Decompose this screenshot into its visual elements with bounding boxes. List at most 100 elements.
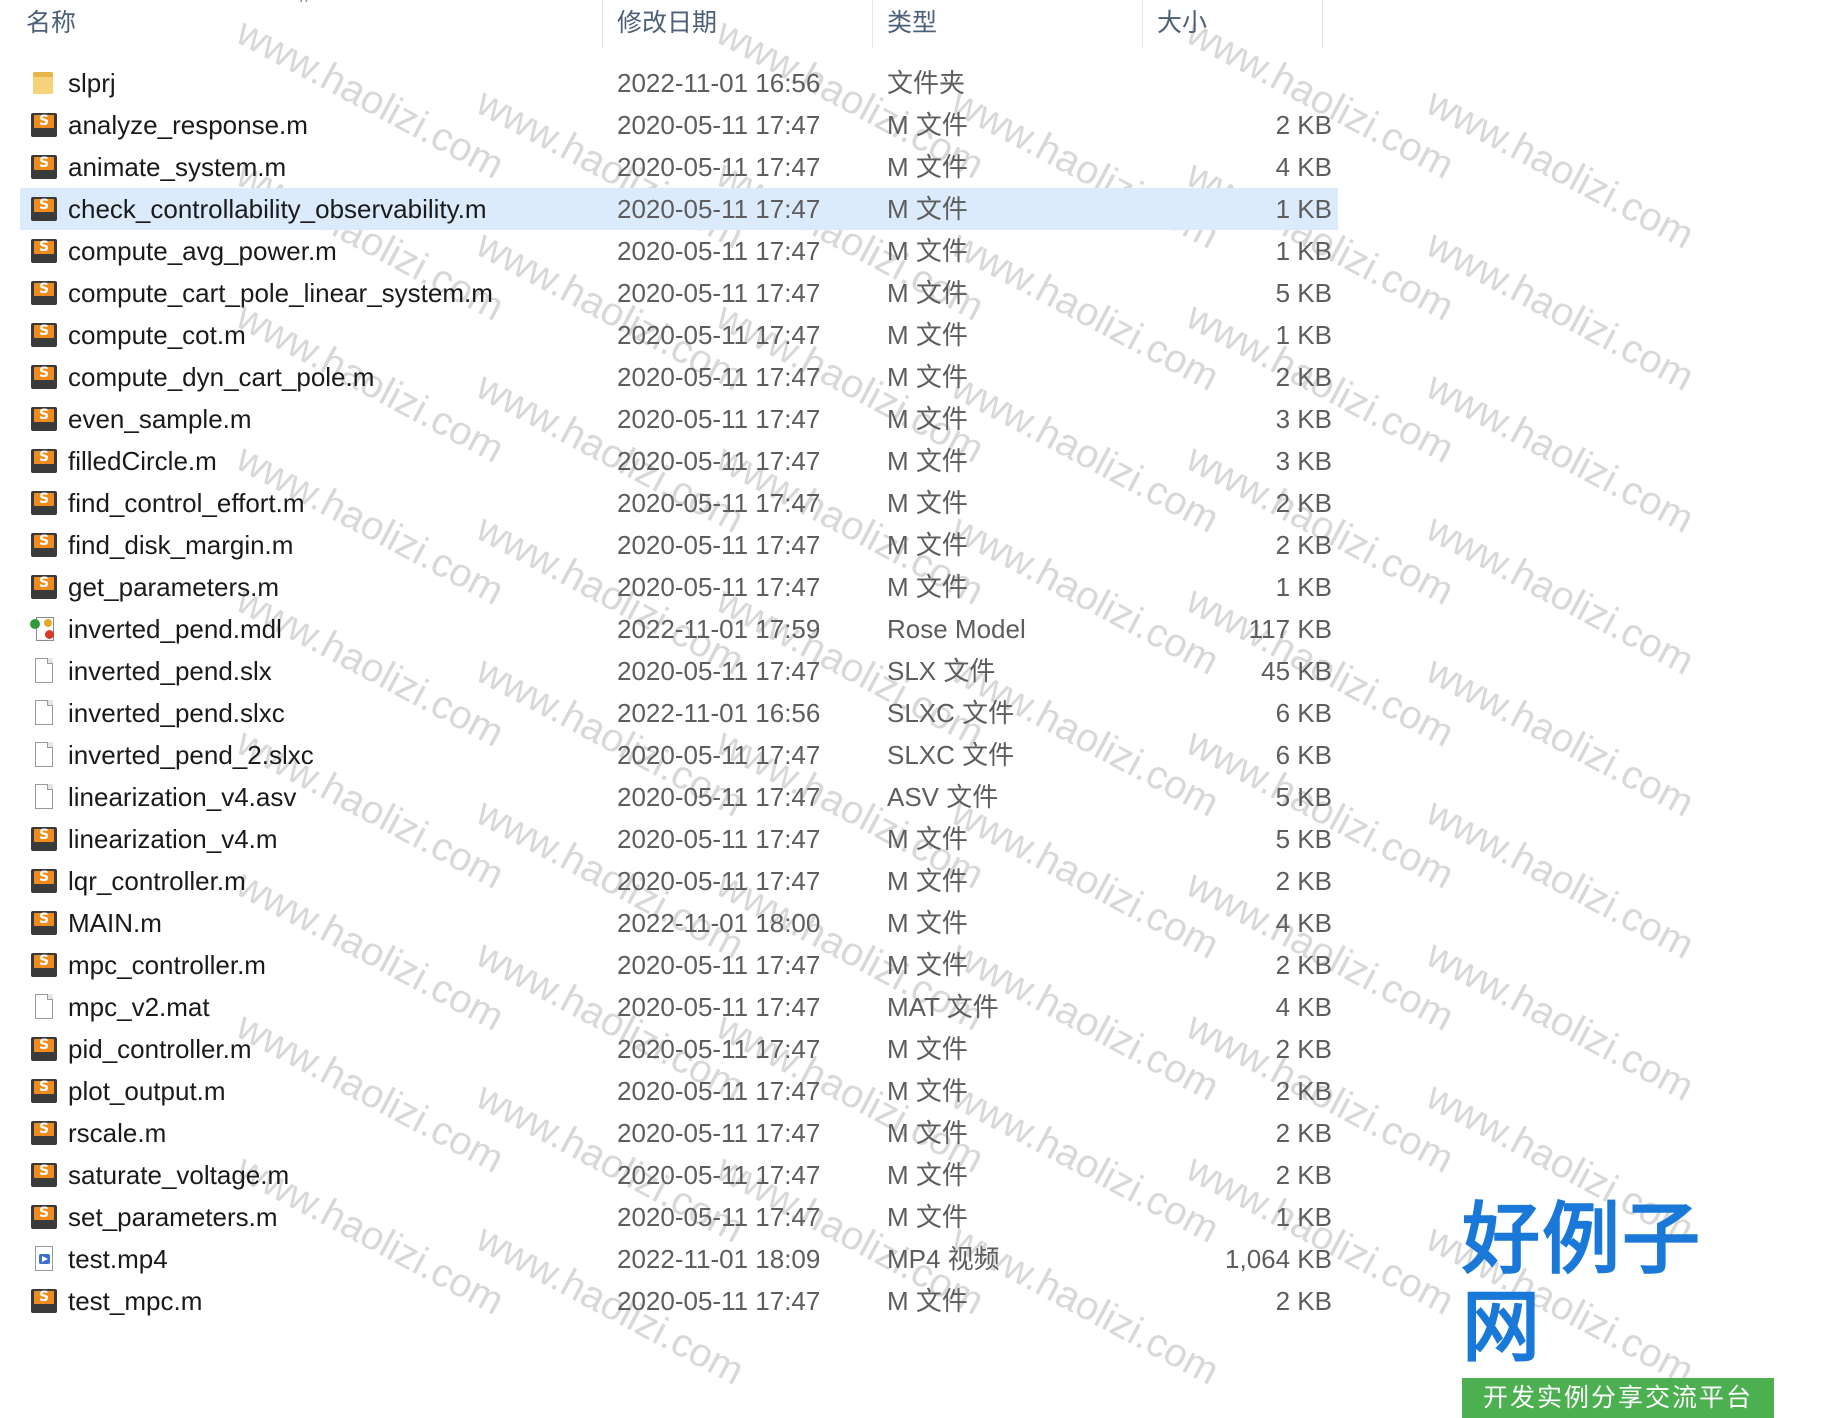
file-size: 45 KB [1261,656,1332,686]
file-date-modified: 2020-05-11 17:47 [617,530,821,560]
file-type: M 文件 [887,446,968,476]
file-name: filledCircle.m [68,446,217,476]
file-row[interactable]: Ssaturate_voltage.m 2020-05-11 17:47 M 文件 2… [20,1154,1338,1196]
file-name: plot_output.m [68,1076,226,1106]
column-header-type[interactable]: 类型 [873,0,1143,48]
watermark-text: www.haolizi.com [1419,222,1702,400]
file-date-modified: 2022-11-01 18:00 [617,908,821,938]
file-name: inverted_pend.slxc [68,698,285,728]
file-name: set_parameters.m [68,1202,278,1232]
file-name: inverted_pend_2.slxc [68,740,314,770]
file-type: M 文件 [887,1034,968,1064]
file-name: mpc_controller.m [68,950,266,980]
file-size: 1 KB [1275,194,1332,224]
file-row[interactable]: Scheck_controllability_observability.m 20… [20,188,1338,230]
file-date-modified: 2020-05-11 17:47 [617,1286,821,1316]
file-type: SLXC 文件 [887,740,1015,770]
file-name: test.mp4 [68,1244,168,1274]
file-row[interactable]: Slinearization_v4.m 2020-05-11 17:47 M 文件 5… [20,818,1338,860]
file-row[interactable]: test.mp4 2022-11-01 18:09 MP4 视频 1,064 KB [20,1238,1338,1280]
file-date-modified: 2020-05-11 17:47 [617,1076,821,1106]
file-date-modified: 2020-05-11 17:47 [617,110,821,140]
file-date-modified: 2020-05-11 17:47 [617,446,821,476]
file-row[interactable]: Sfind_disk_margin.m 2020-05-11 17:47 M 文件 2… [20,524,1338,566]
file-date-modified: 2020-05-11 17:47 [617,824,821,854]
file-row[interactable]: S MAIN.m 2022-11-01 18:00 M 文件 4 KB [20,902,1338,944]
file-type: M 文件 [887,362,968,392]
watermark-text: www.haolizi.com [1419,364,1702,542]
file-row[interactable]: inverted_pend.slxc 2022-11-01 16:56 SLXC 文… [20,692,1338,734]
file-size: 4 KB [1275,908,1332,938]
file-name: lqr_controller.m [68,866,246,896]
file-row[interactable]: Sanalyze_response.m 2020-05-11 17:47 M 文件 2… [20,104,1338,146]
file-type: M 文件 [887,320,968,350]
file-row[interactable]: Seven_sample.m 2020-05-11 17:47 M 文件 3 KB [20,398,1338,440]
file-date-modified: 2022-11-01 17:59 [617,614,821,644]
file-name: inverted_pend.slx [68,656,272,686]
file-row[interactable]: Scompute_dyn_cart_pole.m 2020-05-11 17:47… [20,356,1338,398]
file-size: 2 KB [1275,488,1332,518]
file-type: M 文件 [887,866,968,896]
file-row[interactable]: Scompute_avg_power.m 2020-05-11 17:47 M 文件… [20,230,1338,272]
watermark-text: www.haolizi.com [1419,506,1702,684]
file-date-modified: 2020-05-11 17:47 [617,1160,821,1190]
file-date-modified: 2020-05-11 17:47 [617,1202,821,1232]
file-name: saturate_voltage.m [68,1160,290,1190]
file-size: 2 KB [1275,362,1332,392]
file-type: M 文件 [887,488,968,518]
file-row[interactable]: Scompute_cart_pole_linear_system.m 2020-0… [20,272,1338,314]
file-date-modified: 2022-11-01 16:56 [617,68,821,98]
file-row[interactable]: inverted_pend.slx 2020-05-11 17:47 SLX 文件 4… [20,650,1338,692]
file-date-modified: 2020-05-11 17:47 [617,320,821,350]
file-type: M 文件 [887,1076,968,1106]
file-name: find_disk_margin.m [68,530,294,560]
file-row[interactable]: Spid_controller.m 2020-05-11 17:47 M 文件 2 K… [20,1028,1338,1070]
file-row[interactable]: Srscale.m 2020-05-11 17:47 M 文件 2 KB [20,1112,1338,1154]
file-size: 2 KB [1275,1076,1332,1106]
site-logo: 好例子网 开发实例分享交流平台 [1462,1196,1774,1418]
file-type: M 文件 [887,530,968,560]
file-size: 5 KB [1275,782,1332,812]
file-type: M 文件 [887,110,968,140]
file-size: 2 KB [1275,530,1332,560]
file-size: 6 KB [1275,740,1332,770]
file-date-modified: 2020-05-11 17:47 [617,866,821,896]
file-name: MAIN.m [68,908,162,938]
file-size: 5 KB [1275,824,1332,854]
file-row[interactable]: Smpc_controller.m 2020-05-11 17:47 M 文件 2 K… [20,944,1338,986]
file-name: animate_system.m [68,152,287,182]
file-row[interactable]: Sanimate_system.m 2020-05-11 17:47 M 文件 4 K… [20,146,1338,188]
file-list: slprj 2022-11-01 16:56 文件夹 Sanalyze_respons… [0,62,1338,1322]
file-row[interactable]: slprj 2022-11-01 16:56 文件夹 [20,62,1338,104]
file-size: 1 KB [1275,1202,1332,1232]
file-row[interactable]: Scompute_cot.m 2020-05-11 17:47 M 文件 1 KB [20,314,1338,356]
column-header-date-modified[interactable]: 修改日期 [603,0,873,48]
file-name: linearization_v4.m [68,824,278,854]
file-row[interactable]: Splot_output.m 2020-05-11 17:47 M 文件 2 KB [20,1070,1338,1112]
file-type: M 文件 [887,824,968,854]
file-row[interactable]: mpc_v2.mat 2020-05-11 17:47 MAT 文件 4 KB [20,986,1338,1028]
file-type: M 文件 [887,404,968,434]
file-date-modified: 2020-05-11 17:47 [617,404,821,434]
file-date-modified: 2020-05-11 17:47 [617,782,821,812]
file-row[interactable]: inverted_pend_2.slxc 2020-05-11 17:47 SLXC… [20,734,1338,776]
column-header-size[interactable]: 大小 [1143,0,1323,48]
file-row[interactable]: Slqr_controller.m 2020-05-11 17:47 M 文件 2 K… [20,860,1338,902]
file-row[interactable]: inverted_pend.mdl 2022-11-01 17:59 Rose Mo… [20,608,1338,650]
column-header-bar: 名称 ^ 修改日期 类型 大小 [0,0,1330,48]
file-row[interactable]: Sfind_control_effort.m 2020-05-11 17:47 M … [20,482,1338,524]
file-row[interactable]: Stest_mpc.m 2020-05-11 17:47 M 文件 2 KB [20,1280,1338,1322]
file-row[interactable]: linearization_v4.asv 2020-05-11 17:47 ASV … [20,776,1338,818]
file-type: M 文件 [887,278,968,308]
file-size: 5 KB [1275,278,1332,308]
file-date-modified: 2020-05-11 17:47 [617,572,821,602]
file-size: 2 KB [1275,1160,1332,1190]
file-type: M 文件 [887,236,968,266]
file-date-modified: 2020-05-11 17:47 [617,194,821,224]
sort-ascending-icon: ^ [300,0,308,11]
file-row[interactable]: SfilledCircle.m 2020-05-11 17:47 M 文件 3 KB [20,440,1338,482]
file-size: 1 KB [1275,572,1332,602]
file-row[interactable]: Sset_parameters.m 2020-05-11 17:47 M 文件 1 K… [20,1196,1338,1238]
watermark-text: www.haolizi.com [1419,80,1702,258]
file-row[interactable]: Sget_parameters.m 2020-05-11 17:47 M 文件 1 K… [20,566,1338,608]
